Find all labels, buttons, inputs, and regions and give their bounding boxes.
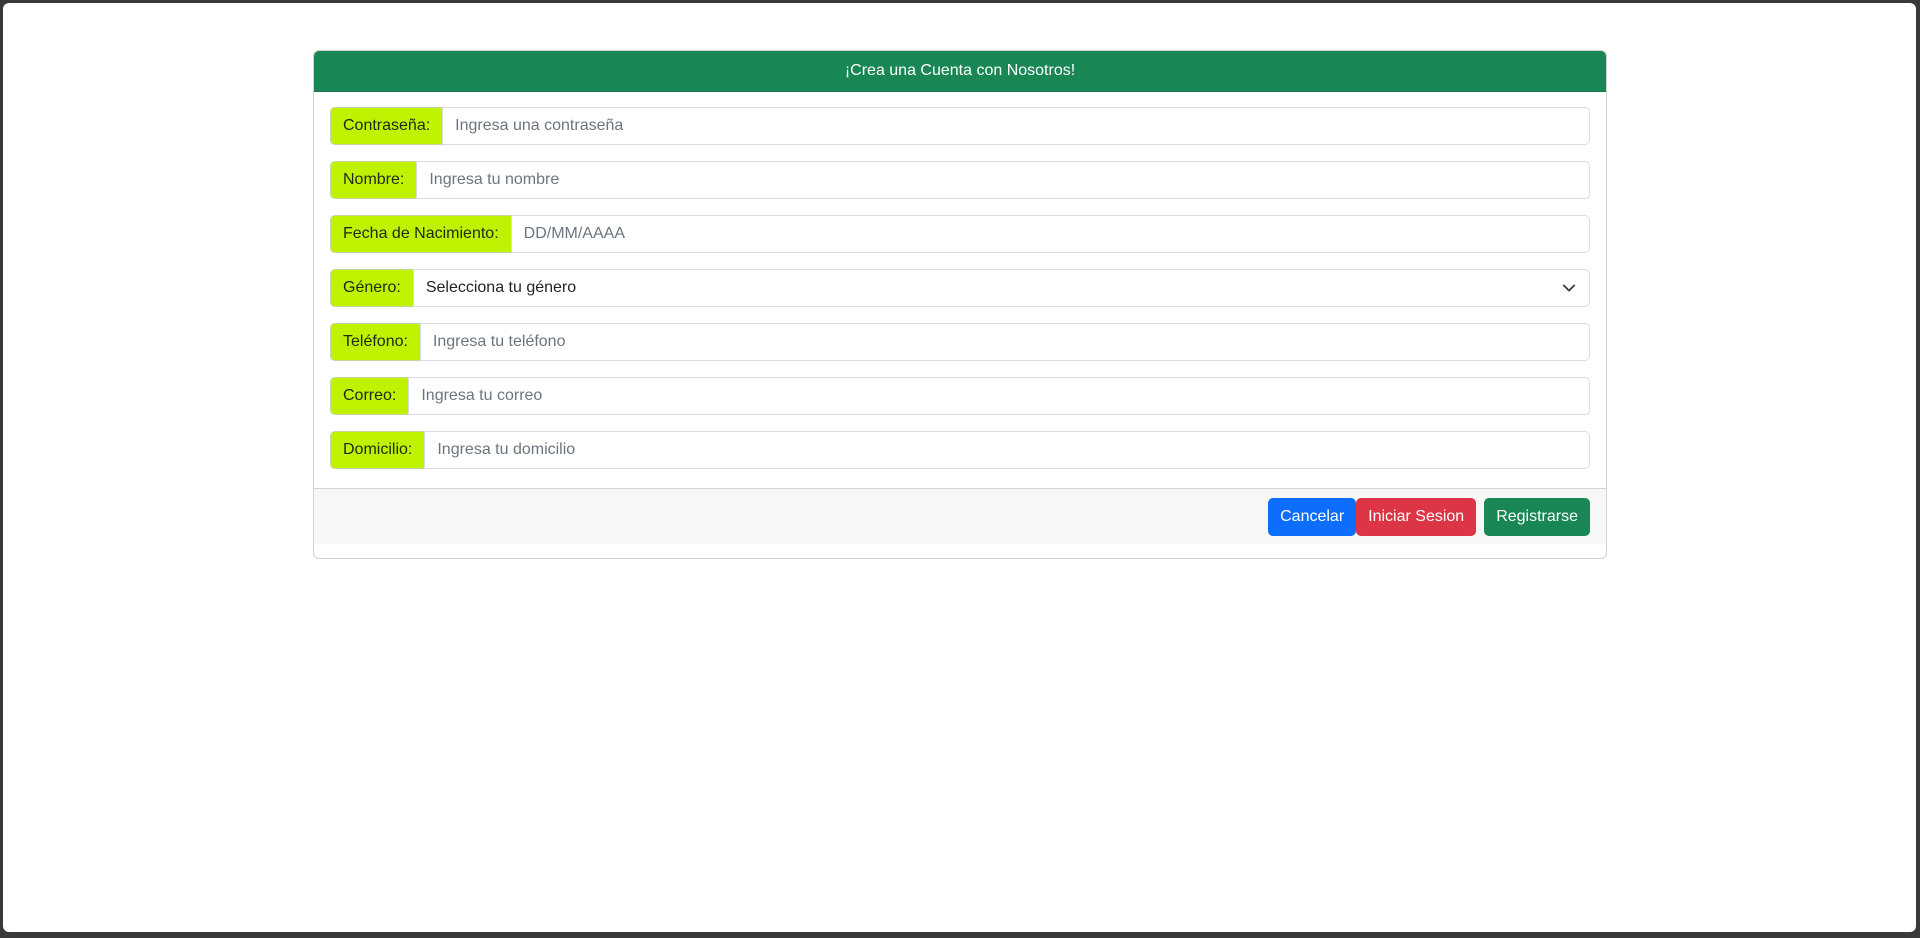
card-footer: Cancelar Iniciar Sesion Registrarse: [314, 488, 1606, 544]
gender-selected-value: Selecciona tu género: [425, 279, 577, 296]
name-group: Nombre:: [330, 161, 1590, 199]
birthdate-group: Fecha de Nacimiento:: [330, 215, 1590, 253]
password-input[interactable]: [442, 107, 1590, 145]
phone-label: Teléfono:: [330, 323, 420, 361]
name-label: Nombre:: [330, 161, 417, 199]
chevron-down-icon: [1561, 280, 1577, 296]
address-label: Domicilio:: [330, 431, 425, 469]
cancel-button[interactable]: Cancelar: [1268, 497, 1357, 536]
card-body: Contraseña: Nombre: Fecha de Nacimiento:…: [314, 92, 1606, 488]
gender-label: Género:: [330, 269, 413, 307]
card-title: ¡Crea una Cuenta con Nosotros!: [844, 62, 1076, 79]
login-button[interactable]: Iniciar Sesion: [1356, 497, 1477, 536]
address-input[interactable]: [424, 431, 1590, 469]
email-input[interactable]: [408, 377, 1590, 415]
email-label: Correo:: [330, 377, 409, 415]
password-group: Contraseña:: [330, 107, 1590, 145]
birthdate-label: Fecha de Nacimiento:: [330, 215, 511, 253]
register-button[interactable]: Registrarse: [1484, 497, 1590, 536]
browser-viewport: ¡Crea una Cuenta con Nosotros! Contraseñ…: [3, 3, 1916, 932]
card-header: ¡Crea una Cuenta con Nosotros!: [314, 51, 1606, 92]
address-group: Domicilio:: [330, 431, 1590, 469]
phone-group: Teléfono:: [330, 323, 1590, 361]
signup-card: ¡Crea una Cuenta con Nosotros! Contraseñ…: [313, 50, 1607, 559]
gender-group: Género: Selecciona tu género: [330, 269, 1590, 307]
password-label: Contraseña:: [330, 107, 443, 145]
email-group: Correo:: [330, 377, 1590, 415]
name-input[interactable]: [416, 161, 1590, 199]
birthdate-input[interactable]: [510, 215, 1590, 253]
phone-input[interactable]: [419, 323, 1590, 361]
gender-select[interactable]: Selecciona tu género: [412, 269, 1590, 307]
